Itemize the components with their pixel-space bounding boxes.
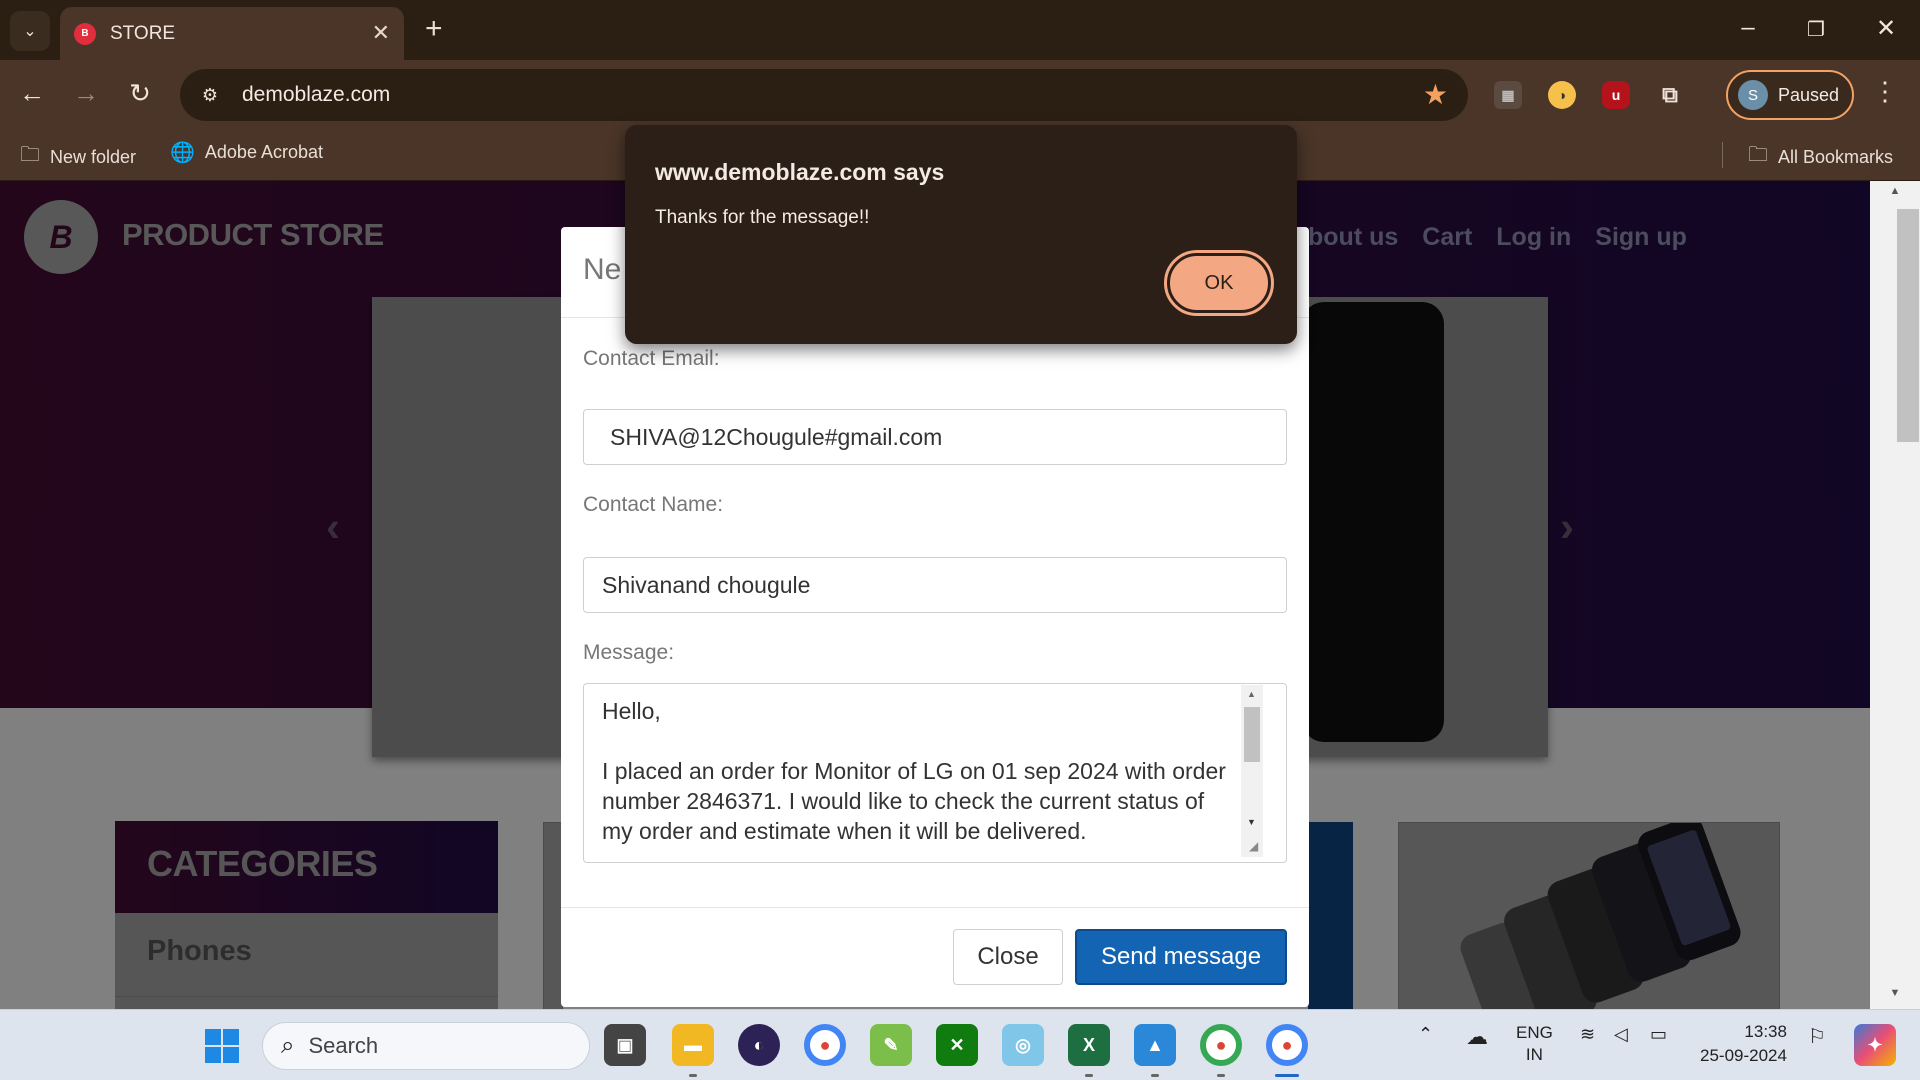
bookmark-new-folder[interactable]: 🗀 New folder xyxy=(20,140,136,174)
volume-icon[interactable]: ◁ xyxy=(1614,1024,1628,1045)
address-bar[interactable]: ⚙ demoblaze.com ★ xyxy=(180,69,1468,121)
folder-icon: 🗀 xyxy=(20,144,40,166)
resize-grip-icon[interactable]: ◢ xyxy=(1249,839,1258,853)
taskbar-search-placeholder: Search xyxy=(308,1033,379,1058)
modal-footer-divider xyxy=(561,907,1309,908)
scroll-down-icon[interactable]: ▼ xyxy=(1870,987,1920,1009)
new-tab-button[interactable]: + xyxy=(425,14,443,44)
bookmark-star-icon[interactable]: ★ xyxy=(1423,78,1448,111)
reload-button[interactable]: ↻ xyxy=(122,78,158,109)
taskbar-search-input[interactable]: ⌕ Search xyxy=(262,1022,590,1070)
email-label: Contact Email: xyxy=(583,347,720,370)
close-tab-icon[interactable]: ✕ xyxy=(372,20,390,46)
windows-taskbar: ⌕ Search ▣ ▬ ◐ ● ✎ ✕ ◎ X ▲ ● ● ⌃ ☁ ENG I… xyxy=(0,1009,1920,1080)
extension-2-icon[interactable]: ◑ xyxy=(1548,81,1576,109)
tab-store[interactable]: B STORE ✕ xyxy=(60,7,404,60)
message-line: I placed an order for Monitor of LG on 0… xyxy=(602,758,1226,844)
tab-search-button[interactable]: ⌄ xyxy=(10,11,50,51)
all-bookmarks-label: All Bookmarks xyxy=(1778,146,1894,167)
profile-avatar: S xyxy=(1738,80,1768,110)
wifi-icon[interactable]: ≋ xyxy=(1580,1024,1595,1045)
eclipse-icon[interactable]: ◐ xyxy=(738,1024,780,1066)
name-label: Contact Name: xyxy=(583,493,724,516)
page-scrollbar[interactable]: ▲ ▼ xyxy=(1870,181,1920,1009)
textarea-scroll-up-icon[interactable]: ▲ xyxy=(1247,689,1256,699)
chevron-down-icon: ⌄ xyxy=(23,23,37,40)
globe-icon: 🌐 xyxy=(170,142,195,164)
close-button[interactable]: Close xyxy=(953,929,1063,985)
store-favicon-icon: B xyxy=(74,22,96,45)
notifications-icon[interactable]: ⚐ xyxy=(1808,1024,1826,1049)
search-icon: ⌕ xyxy=(281,1032,295,1059)
task-view-icon[interactable]: ▣ xyxy=(604,1024,646,1066)
site-settings-icon[interactable]: ⚙ xyxy=(194,79,226,111)
bookmark-adobe-acrobat[interactable]: 🌐 Adobe Acrobat xyxy=(170,140,323,165)
js-alert-dialog: www.demoblaze.com says Thanks for the me… xyxy=(625,125,1297,344)
running-indicator xyxy=(1151,1074,1159,1077)
send-message-button[interactable]: Send message xyxy=(1075,929,1287,985)
excel-icon[interactable]: X xyxy=(1068,1024,1110,1066)
bookmark-label: New folder xyxy=(50,146,137,167)
chrome-active-icon[interactable]: ● xyxy=(1266,1024,1308,1066)
lang-top: ENG xyxy=(1516,1023,1553,1042)
tab-title: STORE xyxy=(110,22,176,44)
textarea-scrollbar[interactable]: ▲ ▼ ◢ xyxy=(1241,685,1263,857)
email-field[interactable]: SHIVA@12Chougule#gmail.com xyxy=(583,409,1287,465)
textarea-scrollbar-thumb[interactable] xyxy=(1244,707,1260,762)
folder-icon: 🗀 xyxy=(1748,144,1768,166)
system-clock[interactable]: 13:38 25-09-2024 xyxy=(1700,1020,1787,1068)
address-url: demoblaze.com xyxy=(242,83,391,106)
all-bookmarks-button[interactable]: 🗀 All Bookmarks xyxy=(1748,140,1893,174)
restore-button[interactable]: ❐ xyxy=(1796,17,1836,42)
windows-start-icon[interactable] xyxy=(205,1029,239,1063)
profile-status: Paused xyxy=(1778,84,1840,105)
name-field[interactable]: Shivanand chougule xyxy=(583,557,1287,613)
chrome-profile-icon[interactable]: ● xyxy=(1200,1024,1242,1066)
running-indicator xyxy=(1085,1074,1093,1077)
message-textarea[interactable]: Hello, I placed an order for Monitor of … xyxy=(583,683,1287,863)
minimize-button[interactable]: – xyxy=(1728,14,1768,42)
active-indicator xyxy=(1275,1074,1299,1077)
alert-ok-button[interactable]: OK xyxy=(1164,250,1274,316)
back-button[interactable]: ← xyxy=(14,78,50,109)
extensions-puzzle-icon[interactable]: ⧉ xyxy=(1656,81,1684,109)
bookmark-label: Adobe Acrobat xyxy=(204,142,323,162)
new-message-modal: Ne Contact Email: SHIVA@12Chougule#gmail… xyxy=(561,227,1309,1007)
running-indicator xyxy=(689,1074,697,1077)
alert-message: Thanks for the message!! xyxy=(655,207,870,228)
scrollbar-thumb[interactable] xyxy=(1897,209,1919,442)
browser-toolbar: ← → ↻ ⚙ demoblaze.com ★ ▦ ◑ u ⧉ S Paused… xyxy=(0,60,1920,130)
show-hidden-icons-icon[interactable]: ⌃ xyxy=(1418,1024,1433,1045)
modal-title: Ne xyxy=(583,253,622,286)
clock-time: 13:38 xyxy=(1744,1022,1787,1041)
battery-icon[interactable]: ▭ xyxy=(1650,1024,1667,1045)
clock-date: 25-09-2024 xyxy=(1700,1046,1787,1065)
running-indicator xyxy=(1217,1074,1225,1077)
onedrive-icon[interactable]: ☁ xyxy=(1466,1024,1488,1050)
extension-1-icon[interactable]: ▦ xyxy=(1494,81,1522,109)
profile-button[interactable]: S Paused xyxy=(1726,70,1854,120)
copilot-icon[interactable]: ✦ xyxy=(1854,1024,1896,1066)
xbox-icon[interactable]: ✕ xyxy=(936,1024,978,1066)
lang-bottom: IN xyxy=(1525,1045,1543,1064)
tab-strip: ⌄ B STORE ✕ + – ❐ ✕ xyxy=(0,0,1920,60)
close-window-button[interactable]: ✕ xyxy=(1866,14,1906,43)
browser-menu-icon[interactable]: ⋮ xyxy=(1872,76,1898,107)
app-icon[interactable]: ◎ xyxy=(1002,1024,1044,1066)
chrome-icon[interactable]: ● xyxy=(804,1024,846,1066)
forward-button[interactable]: → xyxy=(68,78,104,109)
photos-icon[interactable]: ▲ xyxy=(1134,1024,1176,1066)
language-indicator[interactable]: ENG IN xyxy=(1516,1022,1553,1066)
textarea-scroll-down-icon[interactable]: ▼ xyxy=(1247,817,1256,827)
message-line: Hello, xyxy=(602,698,661,724)
file-explorer-icon[interactable]: ▬ xyxy=(672,1024,714,1066)
ublock-icon[interactable]: u xyxy=(1602,81,1630,109)
message-label: Message: xyxy=(583,641,675,664)
bookmarks-divider xyxy=(1722,142,1723,168)
scroll-up-icon[interactable]: ▲ xyxy=(1870,185,1920,207)
notepad-plus-icon[interactable]: ✎ xyxy=(870,1024,912,1066)
alert-title: www.demoblaze.com says xyxy=(655,159,945,185)
